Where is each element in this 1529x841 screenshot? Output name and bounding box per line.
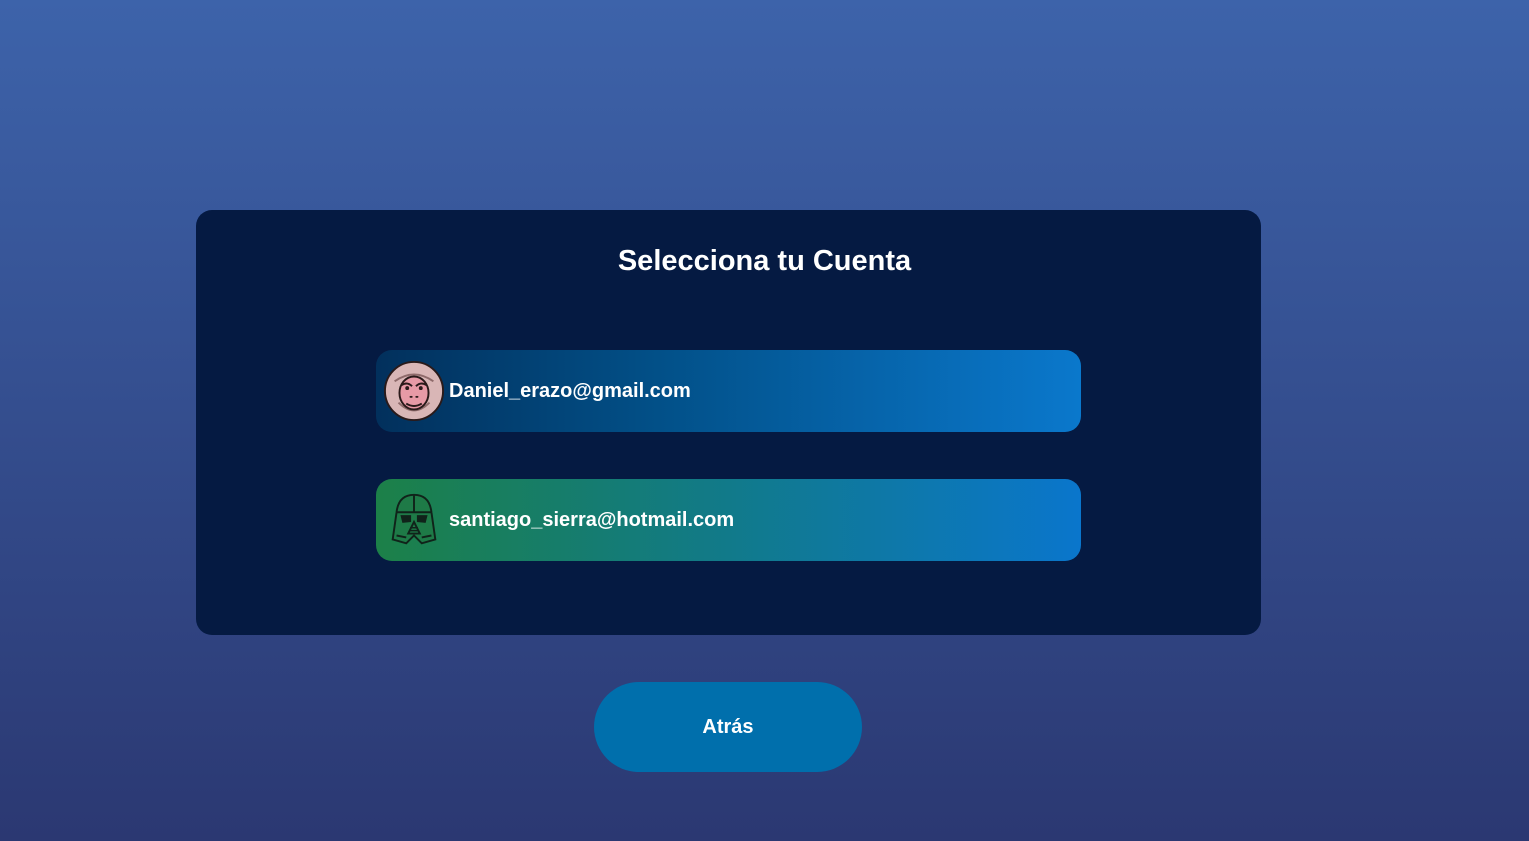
account-email: Daniel_erazo@gmail.com — [449, 379, 691, 402]
page-title: Selecciona tu Cuenta — [617, 245, 912, 277]
back-button[interactable]: Atrás — [594, 682, 862, 772]
account-item-daniel[interactable]: Daniel_erazo@gmail.com — [376, 350, 1081, 432]
account-email: santiago_sierra@hotmail.com — [449, 508, 735, 531]
monkey-face-icon — [383, 360, 445, 422]
darth-vader-helmet-icon — [383, 489, 445, 551]
account-item-santiago[interactable]: santiago_sierra@hotmail.com — [376, 479, 1081, 561]
